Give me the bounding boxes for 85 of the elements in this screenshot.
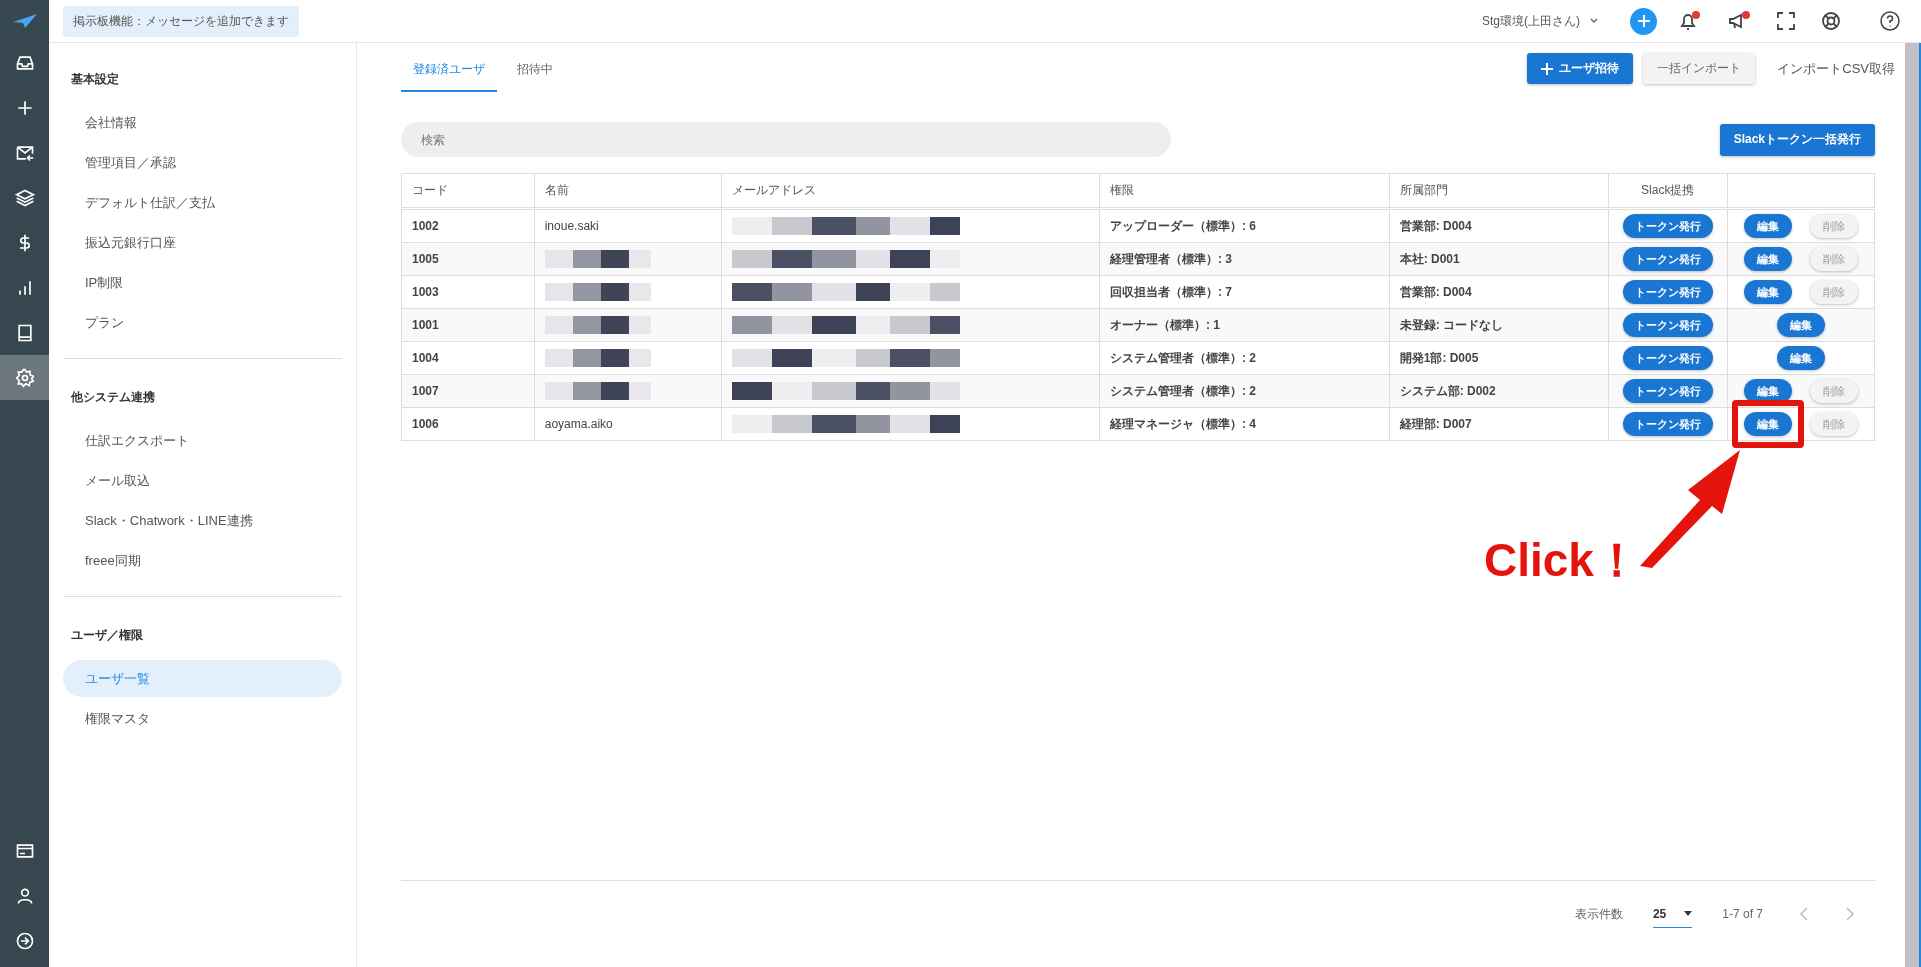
table-cell: 1002 — [401, 208, 535, 243]
environment-menu[interactable]: Stg環境(上田さん) — [1482, 12, 1600, 30]
slack-bulk-token-button[interactable]: Slackトークン一括発行 — [1719, 123, 1875, 156]
bulk-import-button[interactable]: 一括インポート — [1643, 53, 1756, 84]
table-cell: 経理部: D007 — [1389, 407, 1608, 441]
edit-button[interactable]: 編集 — [1744, 280, 1792, 304]
issue-token-button[interactable]: トークン発行 — [1622, 346, 1713, 370]
settings-icon[interactable] — [0, 355, 49, 400]
issue-token-button[interactable]: トークン発行 — [1622, 214, 1713, 238]
delete-button[interactable]: 削除 — [1810, 214, 1858, 238]
table-cell: 未登録: コードなし — [1389, 308, 1608, 342]
issue-token-button[interactable]: トークン発行 — [1622, 280, 1713, 304]
scrollbar[interactable] — [1905, 43, 1921, 967]
issue-token-button[interactable]: トークン発行 — [1622, 379, 1713, 403]
sidebar-item[interactable]: プラン — [63, 304, 342, 341]
sidebar-item[interactable]: デフォルト仕訳／支払 — [63, 184, 342, 221]
sidebar-item[interactable]: freee同期 — [63, 542, 342, 579]
table-cell: 開発1部: D005 — [1389, 341, 1608, 375]
search-field[interactable]: 検索 — [401, 122, 1171, 157]
sidebar-item[interactable]: 振込元銀行口座 — [63, 224, 342, 261]
sidebar-item[interactable]: IP制限 — [63, 264, 342, 301]
edit-button[interactable]: 編集 — [1744, 214, 1792, 238]
table-cell: 1005 — [401, 242, 535, 276]
sidebar-item[interactable]: ユーザ一覧 — [63, 660, 342, 697]
table-cell: 回収担当者（標準）: 7 — [1099, 275, 1390, 309]
column-header: 所属部門 — [1389, 173, 1608, 209]
edit-button[interactable]: 編集 — [1744, 379, 1792, 403]
table-cell: システム部: D002 — [1389, 374, 1608, 408]
invite-user-button[interactable]: ユーザ招待 — [1527, 53, 1634, 84]
column-header: 名前 — [534, 173, 722, 209]
table-cell: アップローダー（標準）: 6 — [1099, 208, 1390, 243]
delete-button[interactable]: 削除 — [1810, 412, 1858, 436]
sidebar-item[interactable]: Slack・Chatwork・LINE連携 — [63, 502, 342, 539]
select-value: 25 — [1652, 906, 1667, 921]
delete-button[interactable]: 削除 — [1810, 379, 1858, 403]
column-header: 権限 — [1099, 173, 1390, 209]
issue-token-button[interactable]: トークン発行 — [1622, 313, 1713, 337]
table-cell: 1006 — [401, 407, 535, 441]
delete-button[interactable]: 削除 — [1810, 280, 1858, 304]
button-label: ユーザ招待 — [1559, 60, 1620, 77]
table-cell: 1003 — [401, 275, 535, 309]
bird-logo-icon — [12, 14, 37, 28]
annotation-text: Click！ — [1484, 533, 1640, 588]
table-cell: 1004 — [401, 341, 535, 375]
sidebar-item[interactable]: メール取込 — [63, 462, 342, 499]
user-name: aoyama.aiko — [544, 417, 613, 431]
sidebar-item[interactable]: 権限マスタ — [63, 700, 342, 737]
plus-icon — [1541, 62, 1554, 75]
edit-button[interactable]: 編集 — [1744, 247, 1792, 271]
delete-button[interactable]: 削除 — [1810, 247, 1858, 271]
csv-download-link[interactable]: インポートCSV取得 — [1777, 59, 1895, 78]
edit-button[interactable]: 編集 — [1777, 346, 1825, 370]
rows-per-page-label: 表示件数 — [1574, 905, 1623, 923]
page-range: 1-7 of 7 — [1722, 907, 1763, 921]
sidebar-item[interactable]: 管理項目／承認 — [63, 144, 342, 181]
sidebar-item[interactable]: 仕訳エクスポート — [63, 422, 342, 459]
section-heading: ユーザ／権限 — [70, 627, 144, 644]
section-heading: 基本設定 — [70, 71, 120, 88]
notice-badge: 掲示板機能：メッセージを追加できます — [63, 5, 299, 37]
column-header: メールアドレス — [721, 173, 1100, 209]
column-header: Slack提携 — [1608, 173, 1728, 209]
edit-button[interactable]: 編集 — [1777, 313, 1825, 337]
table-cell: オーナー（標準）: 1 — [1099, 308, 1390, 342]
issue-token-button[interactable]: トークン発行 — [1622, 412, 1713, 436]
user-name: inoue.saki — [544, 219, 599, 233]
rows-per-page-select[interactable]: 25 — [1652, 900, 1693, 928]
table-cell: 経理管理者（標準）: 3 — [1099, 242, 1390, 276]
table-cell: システム管理者（標準）: 2 — [1099, 341, 1390, 375]
edit-button[interactable]: 編集 — [1744, 412, 1792, 436]
table-cell: 経理マネージャ（標準）: 4 — [1099, 407, 1390, 441]
plus-icon — [1635, 13, 1652, 29]
table-cell: 営業部: D004 — [1389, 275, 1608, 309]
tab[interactable]: 招待中 — [505, 53, 565, 92]
section-heading: 他システム連携 — [70, 389, 156, 406]
table-cell: システム管理者（標準）: 2 — [1099, 374, 1390, 408]
tab[interactable]: 登録済ユーザ — [401, 53, 497, 92]
sidebar-item[interactable]: 会社情報 — [63, 104, 342, 141]
caret-icon — [1684, 911, 1693, 916]
table-cell: 1007 — [401, 374, 535, 408]
add-button[interactable] — [1630, 7, 1657, 35]
table-cell: 営業部: D004 — [1389, 208, 1608, 243]
column-header: コード — [401, 173, 535, 209]
table-cell: 本社: D001 — [1389, 242, 1608, 276]
issue-token-button[interactable]: トークン発行 — [1622, 247, 1713, 271]
table-cell: 1001 — [401, 308, 535, 342]
